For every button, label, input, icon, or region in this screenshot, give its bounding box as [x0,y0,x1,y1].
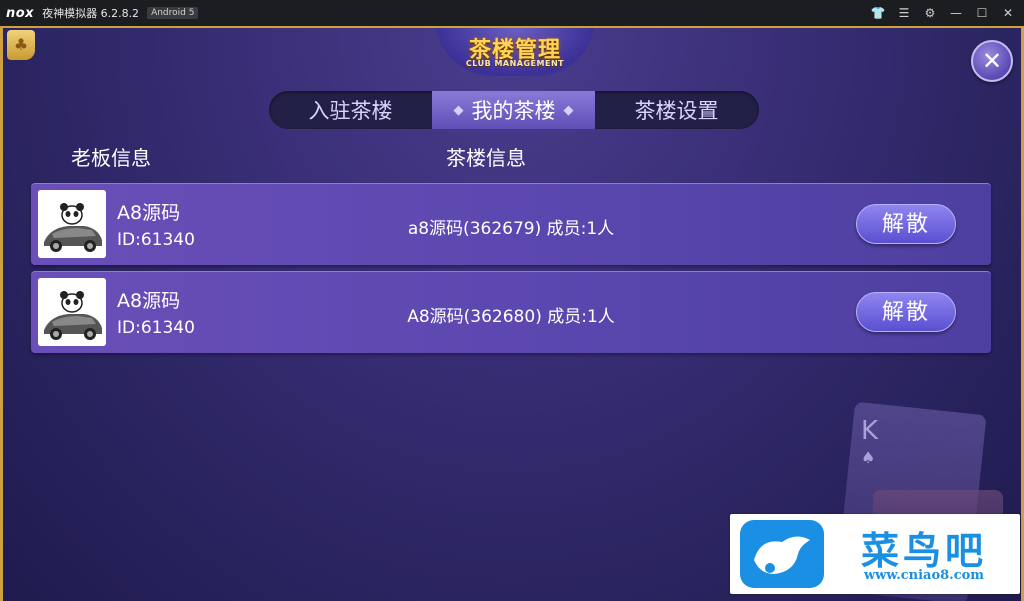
close-x-icon: ✕ [981,47,1003,75]
column-header-club: 茶楼信息 [446,146,526,170]
android-version-badge: Android 5 [147,7,199,19]
tab-bar: 入驻茶楼 ◆ 我的茶楼 ◆ 茶楼设置 [269,91,759,129]
club-info: A8源码(362680) 成员:1人 [407,307,615,327]
diamond-icon: ◆ [453,102,464,118]
column-header-boss: 老板信息 [71,146,151,170]
close-button[interactable]: ✕ [971,40,1013,82]
tab-label: 茶楼设置 [634,99,719,123]
tab-my-club[interactable]: ◆ 我的茶楼 ◆ [432,91,595,129]
bird-logo-icon [740,520,824,588]
minimize-icon[interactable]: — [948,5,964,21]
window-controls: 👕 ☰ ⚙ — ☐ ✕ [870,0,1016,26]
close-icon[interactable]: ✕ [1000,5,1016,21]
club-suit-icon: ♣ [7,30,35,60]
boss-id: ID:61340 [117,230,195,250]
boss-id: ID:61340 [117,318,195,338]
gear-icon[interactable]: ⚙ [922,5,938,21]
watermark: 菜鸟吧 www.cniao8.com [730,514,1020,594]
club-row: A8源码 ID:61340 A8源码(362680) 成员:1人 解散 [31,271,991,353]
app-title: 夜神模拟器 6.2.8.2 [42,7,140,20]
avatar [38,190,106,258]
club-row: A8源码 ID:61340 a8源码(362679) 成员:1人 解散 [31,183,991,265]
shirt-icon[interactable]: 👕 [870,5,886,21]
tab-label: 我的茶楼 [471,99,556,123]
watermark-text: 菜鸟吧 [860,528,987,573]
club-info: a8源码(362679) 成员:1人 [407,219,615,239]
diamond-icon: ◆ [563,102,574,118]
nox-logo: nox [6,5,35,21]
menu-icon[interactable]: ☰ [896,5,912,21]
avatar [38,278,106,346]
watermark-url: www.cniao8.com [863,568,985,583]
boss-name: A8源码 [117,202,181,224]
maximize-icon[interactable]: ☐ [974,5,990,21]
page-subtitle: CLUB MANAGEMENT [465,59,565,68]
emulator-titlebar: nox 夜神模拟器 6.2.8.2 Android 5 👕 ☰ ⚙ — ☐ ✕ [0,0,1024,26]
dissolve-button[interactable]: 解散 [856,292,956,332]
dissolve-button[interactable]: 解散 [856,204,956,244]
boss-name: A8源码 [117,290,181,312]
spade-icon: ♠ [861,448,876,467]
background-card-rank: K [861,416,879,446]
tab-join-club[interactable]: 入驻茶楼 [269,91,432,129]
tab-club-settings[interactable]: 茶楼设置 [595,91,758,129]
tab-label: 入驻茶楼 [308,99,393,123]
